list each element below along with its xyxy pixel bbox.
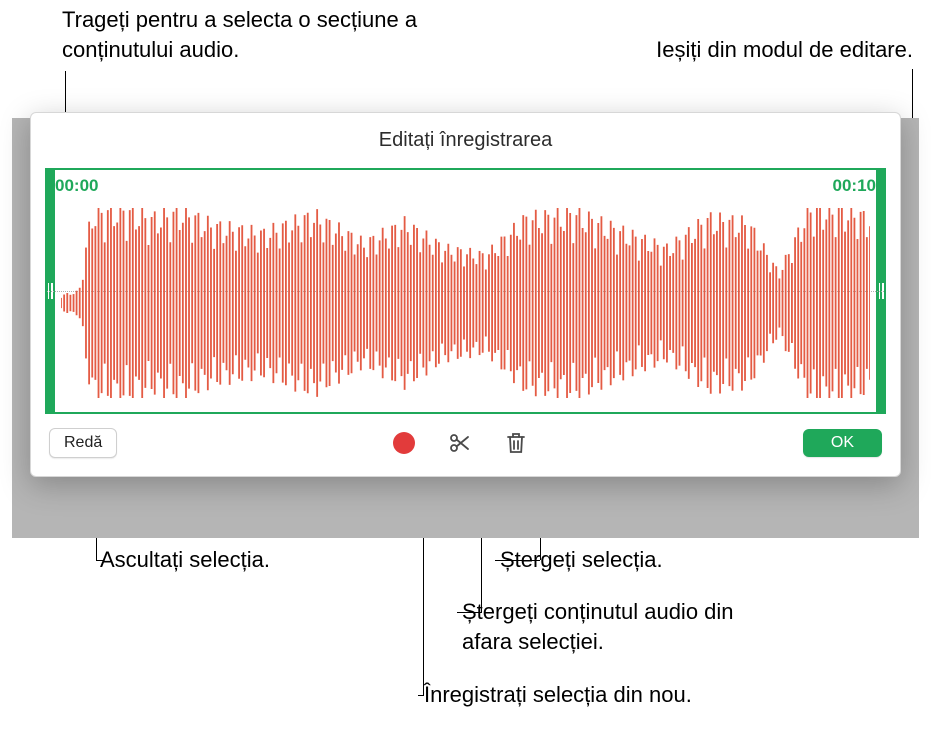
delete-button[interactable] (502, 429, 530, 457)
edit-recording-panel: Editați înregistrarea 00:00 00:10 Redă (30, 112, 901, 477)
time-end-label: 00:10 (833, 176, 876, 196)
ok-button[interactable]: OK (803, 429, 882, 457)
callout-listen: Ascultați selecția. (100, 545, 270, 575)
waveform-container[interactable]: 00:00 00:10 (45, 168, 886, 414)
scissors-icon (448, 431, 472, 455)
time-start-label: 00:00 (55, 176, 98, 196)
record-icon (393, 432, 415, 454)
toolbar: Redă (31, 414, 900, 476)
waveform[interactable] (61, 204, 870, 402)
play-button[interactable]: Redă (49, 428, 117, 458)
callout-drag-select: Trageți pentru a selecta o secțiune a co… (62, 5, 422, 64)
callout-exit-edit: Ieșiți din modul de editare. (656, 35, 913, 65)
callout-delete-outside: Ștergeți conținutul audio din afara sele… (462, 597, 782, 656)
callout-rerecord: Înregistrați selecția din nou. (424, 680, 692, 710)
trash-icon (505, 431, 527, 455)
panel-title: Editați înregistrarea (31, 113, 900, 162)
trim-button[interactable] (446, 429, 474, 457)
record-button[interactable] (390, 429, 418, 457)
